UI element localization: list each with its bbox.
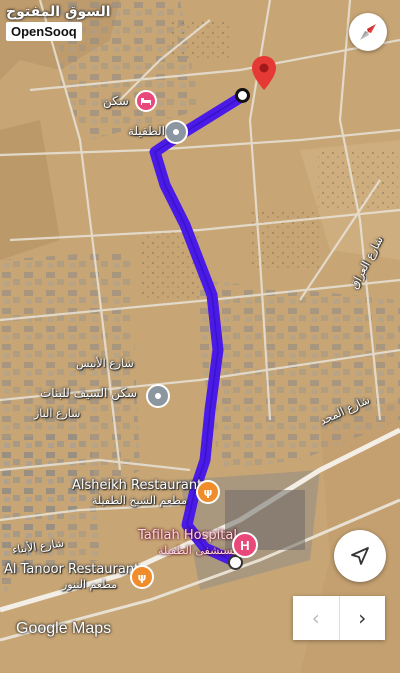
place-label-tanoor-ar: مطعم التنور: [62, 578, 118, 591]
destination-pin-icon[interactable]: [252, 56, 276, 90]
place-label-sakan: سكن: [103, 94, 129, 108]
pager-next-button[interactable]: ›: [340, 596, 386, 640]
place-label-hospital-ar: مستشفى الطفيلة: [158, 544, 239, 557]
compass-icon: [360, 24, 376, 40]
brand-name: OpenSooq: [6, 22, 82, 41]
google-maps-logo: Google Maps: [16, 620, 112, 637]
place-label-alsheikh-en: Alsheikh Restaurant: [72, 478, 203, 493]
pager-prev-button[interactable]: ‹: [293, 596, 340, 640]
photo-pager: ‹ ›: [293, 596, 385, 640]
city-pin-icon[interactable]: [164, 120, 188, 144]
opensooq-watermark: السوق المفتوح OpenSooq: [6, 4, 111, 41]
place-label-tanoor-en: Al Tanoor Restaurant: [4, 562, 140, 577]
street-label-baz: شارع الباز: [34, 407, 81, 420]
map-canvas[interactable]: سكن الطفيلة شارع الأنيس شارع الباز شارع …: [0, 0, 400, 673]
restaurant-icon[interactable]: ψ: [196, 480, 220, 504]
brand-arabic: السوق المفتوح: [6, 4, 111, 20]
place-label-tafila: الطفيلة: [128, 124, 165, 138]
place-label-hospital-en: Tafilah Hospital: [138, 528, 237, 543]
hospital-icon[interactable]: H: [232, 532, 258, 558]
route-start-marker: [235, 88, 250, 103]
lodging-pin-icon[interactable]: [146, 384, 170, 408]
navigate-arrow-icon: [351, 547, 369, 565]
street-label-anees: شارع الأنيس: [76, 357, 134, 370]
place-label-sakan-saif: سكن السيف للبنات: [40, 386, 138, 400]
place-label-alsheikh-ar: مطعم الشيخ الطفيلة: [92, 494, 188, 507]
restaurant-icon[interactable]: ψ: [130, 565, 154, 589]
compass-button[interactable]: [349, 13, 387, 51]
hotel-icon[interactable]: [135, 90, 157, 112]
navigate-button[interactable]: [334, 530, 386, 582]
